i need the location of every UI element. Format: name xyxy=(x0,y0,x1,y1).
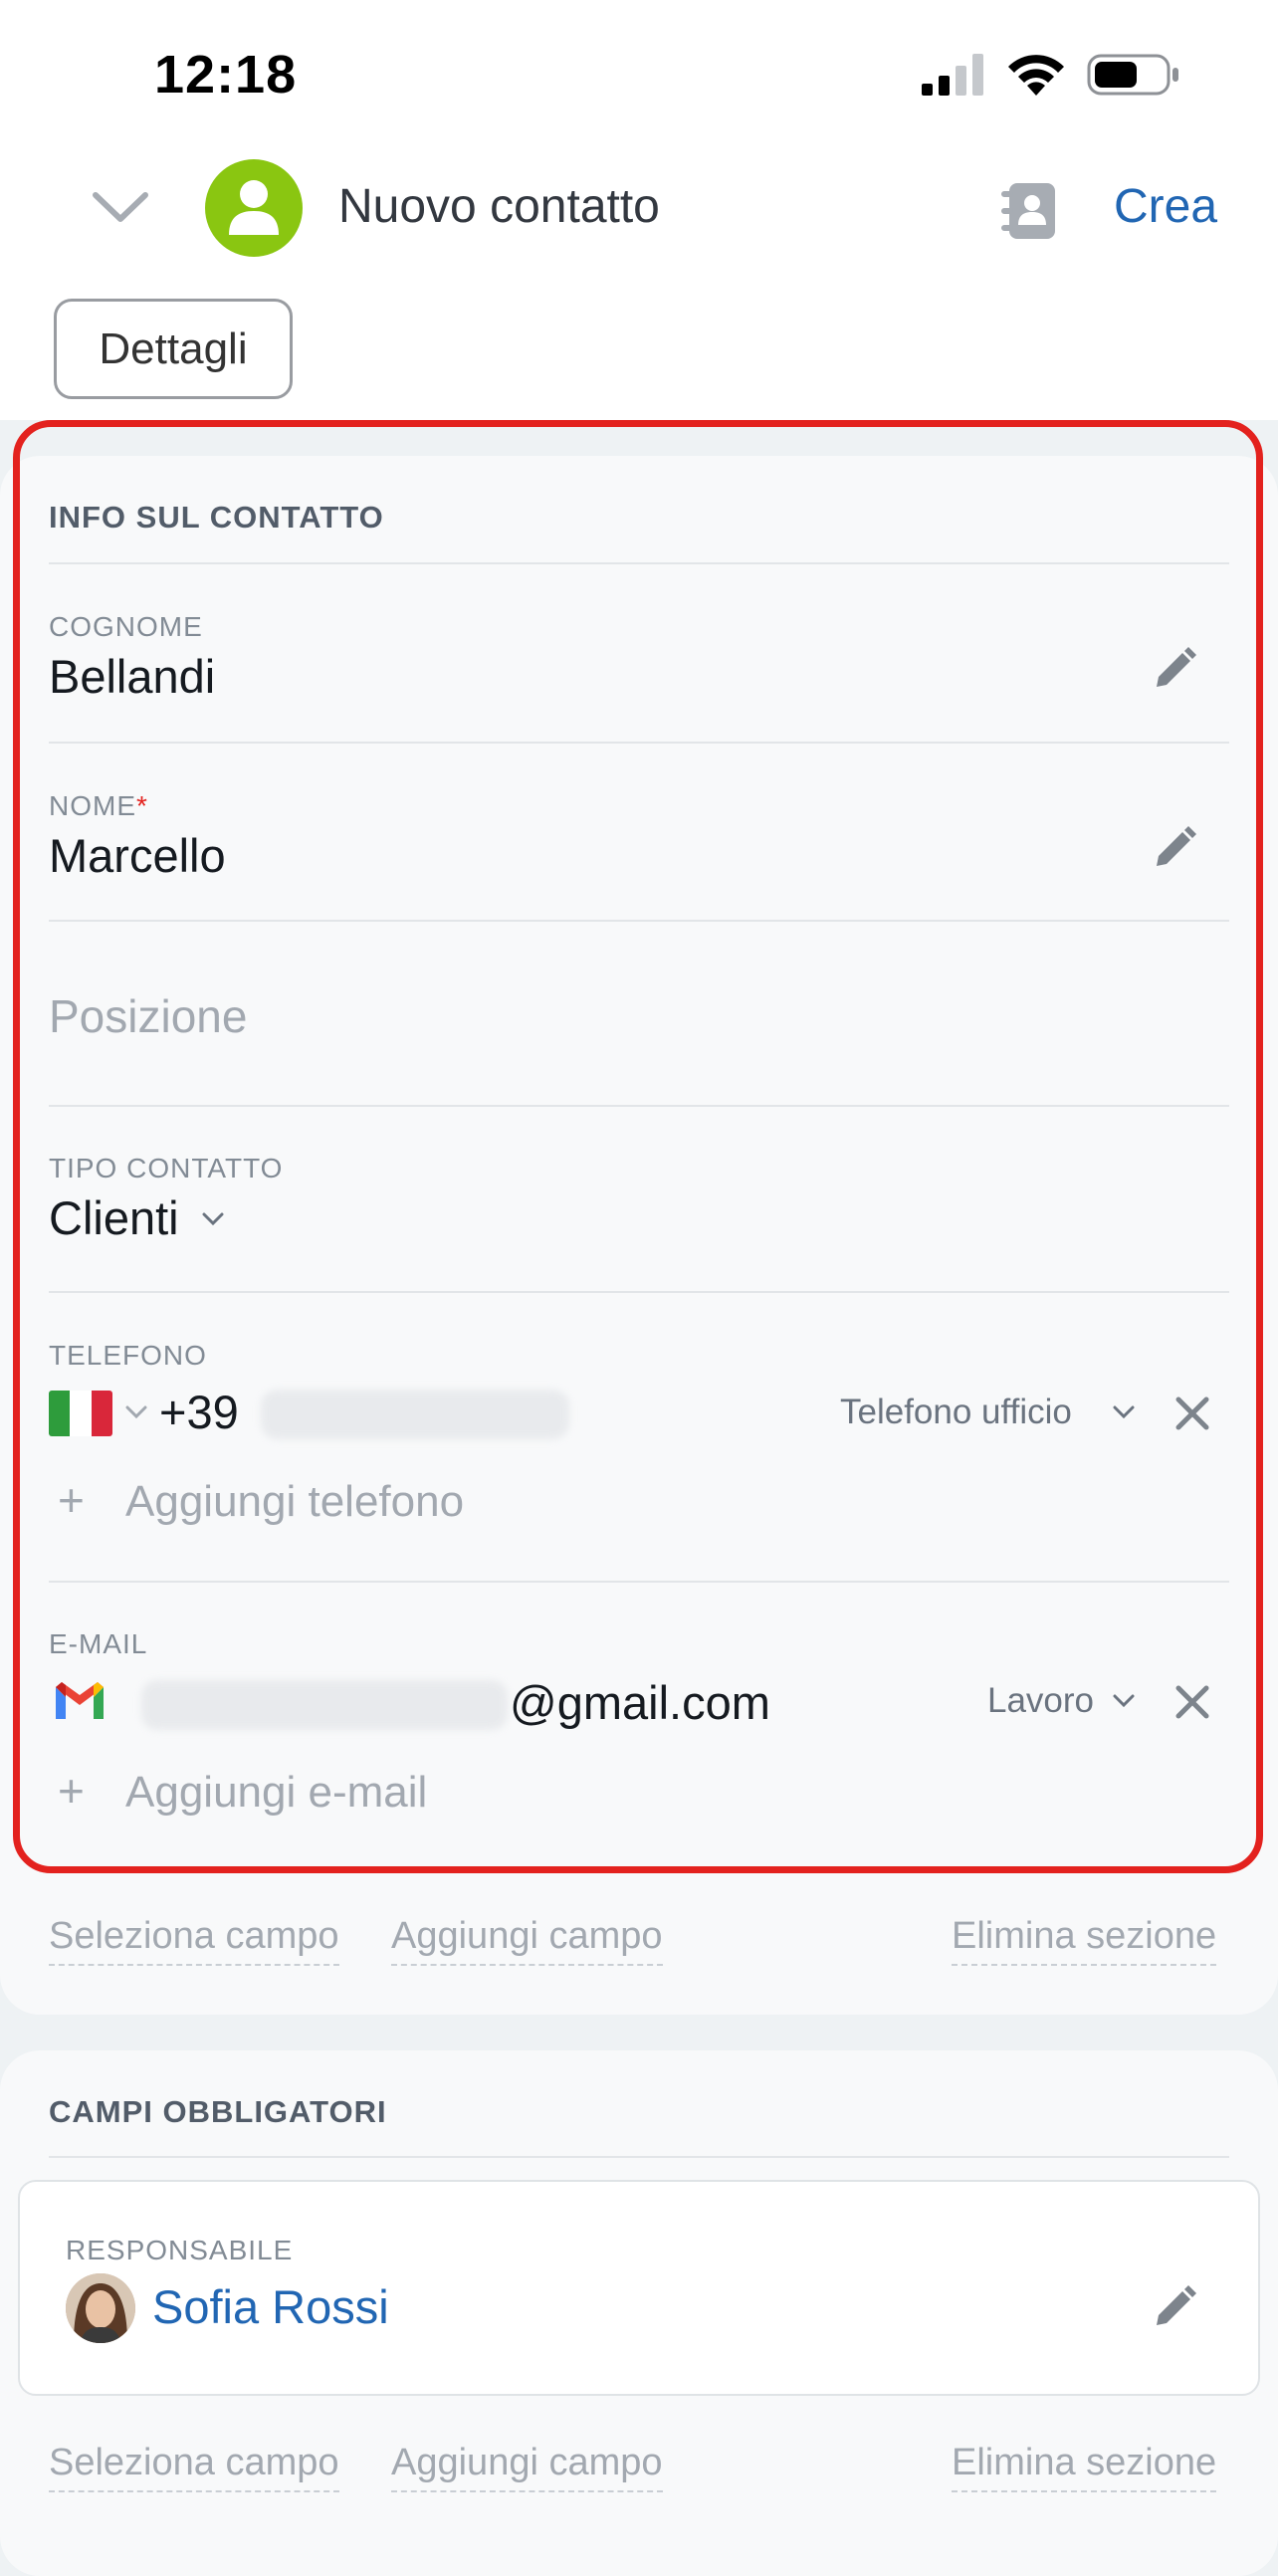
remove-email-icon[interactable] xyxy=(1174,1684,1210,1720)
person-icon xyxy=(229,180,279,235)
select-field-link[interactable]: Seleziona campo xyxy=(49,1915,339,1966)
battery-icon xyxy=(1087,54,1178,96)
add-field-link[interactable]: Aggiungi campo xyxy=(391,1915,663,1966)
gmail-icon xyxy=(56,1682,104,1719)
email-user-redacted[interactable] xyxy=(141,1680,508,1730)
tab-details[interactable]: Dettagli xyxy=(54,299,293,399)
plus-icon: + xyxy=(58,1474,85,1526)
country-chevron-icon[interactable] xyxy=(125,1405,147,1419)
cellular-signal-icon xyxy=(922,54,983,96)
divider xyxy=(49,1105,1229,1107)
tipo-contatto-label: TIPO CONTATTO xyxy=(49,1153,284,1183)
add-field-link[interactable]: Aggiungi campo xyxy=(391,2442,663,2492)
nome-label: NOME* xyxy=(49,790,148,821)
collapse-chevron-icon[interactable] xyxy=(90,187,151,227)
delete-section-link[interactable]: Elimina sezione xyxy=(952,2442,1217,2492)
app-header: Nuovo contatto Crea xyxy=(0,139,1278,279)
create-button[interactable]: Crea xyxy=(1114,179,1217,234)
chevron-down-icon xyxy=(202,1212,224,1226)
italy-flag-icon[interactable] xyxy=(49,1391,112,1436)
delete-section-link[interactable]: Elimina sezione xyxy=(952,1915,1217,1966)
divider xyxy=(49,1581,1229,1583)
divider xyxy=(49,920,1229,922)
phone-number-redacted[interactable] xyxy=(261,1390,569,1439)
email-type-select[interactable]: Lavoro xyxy=(987,1681,1094,1721)
select-field-link[interactable]: Seleziona campo xyxy=(49,2442,339,2492)
responsabile-name[interactable]: Sofia Rossi xyxy=(152,2279,389,2334)
responsabile-label: RESPONSABILE xyxy=(66,2235,294,2265)
edit-responsabile-icon[interactable] xyxy=(1153,2285,1196,2329)
email-label: E-MAIL xyxy=(49,1628,148,1659)
divider xyxy=(49,562,1229,564)
cognome-value[interactable]: Bellandi xyxy=(49,649,215,704)
contact-book-icon[interactable] xyxy=(995,179,1059,243)
chevron-down-icon xyxy=(1113,1694,1135,1708)
phone-prefix[interactable]: +39 xyxy=(159,1385,239,1439)
posizione-input[interactable]: Posizione xyxy=(49,989,247,1043)
status-time: 12:18 xyxy=(154,45,298,105)
phone-type-select[interactable]: Telefono ufficio xyxy=(840,1393,1072,1432)
remove-phone-icon[interactable] xyxy=(1174,1395,1210,1431)
wifi-icon xyxy=(1008,55,1064,96)
chevron-down-icon xyxy=(1113,1405,1135,1419)
divider xyxy=(49,1291,1229,1293)
status-bar: 12:18 xyxy=(0,0,1278,139)
tipo-contatto-select[interactable]: Clienti xyxy=(49,1190,179,1245)
telefono-label: TELEFONO xyxy=(49,1340,207,1371)
nome-value[interactable]: Marcello xyxy=(49,828,226,883)
cognome-label: COGNOME xyxy=(49,611,203,642)
add-email-button[interactable]: + Aggiungi e-mail xyxy=(58,1764,427,1818)
page-title: Nuovo contatto xyxy=(338,180,660,233)
add-phone-button[interactable]: + Aggiungi telefono xyxy=(58,1473,464,1527)
section-title-required: CAMPI OBBLIGATORI xyxy=(49,2094,387,2129)
divider xyxy=(49,742,1229,744)
contact-avatar xyxy=(205,159,303,257)
required-marker: * xyxy=(136,790,148,821)
edit-cognome-icon[interactable] xyxy=(1153,647,1196,691)
divider xyxy=(49,2156,1229,2158)
section-title-contact: INFO SUL CONTATTO xyxy=(49,500,384,535)
user-avatar xyxy=(66,2273,135,2343)
email-domain[interactable]: @gmail.com xyxy=(510,1675,770,1730)
plus-icon: + xyxy=(58,1765,85,1817)
edit-nome-icon[interactable] xyxy=(1153,826,1196,870)
